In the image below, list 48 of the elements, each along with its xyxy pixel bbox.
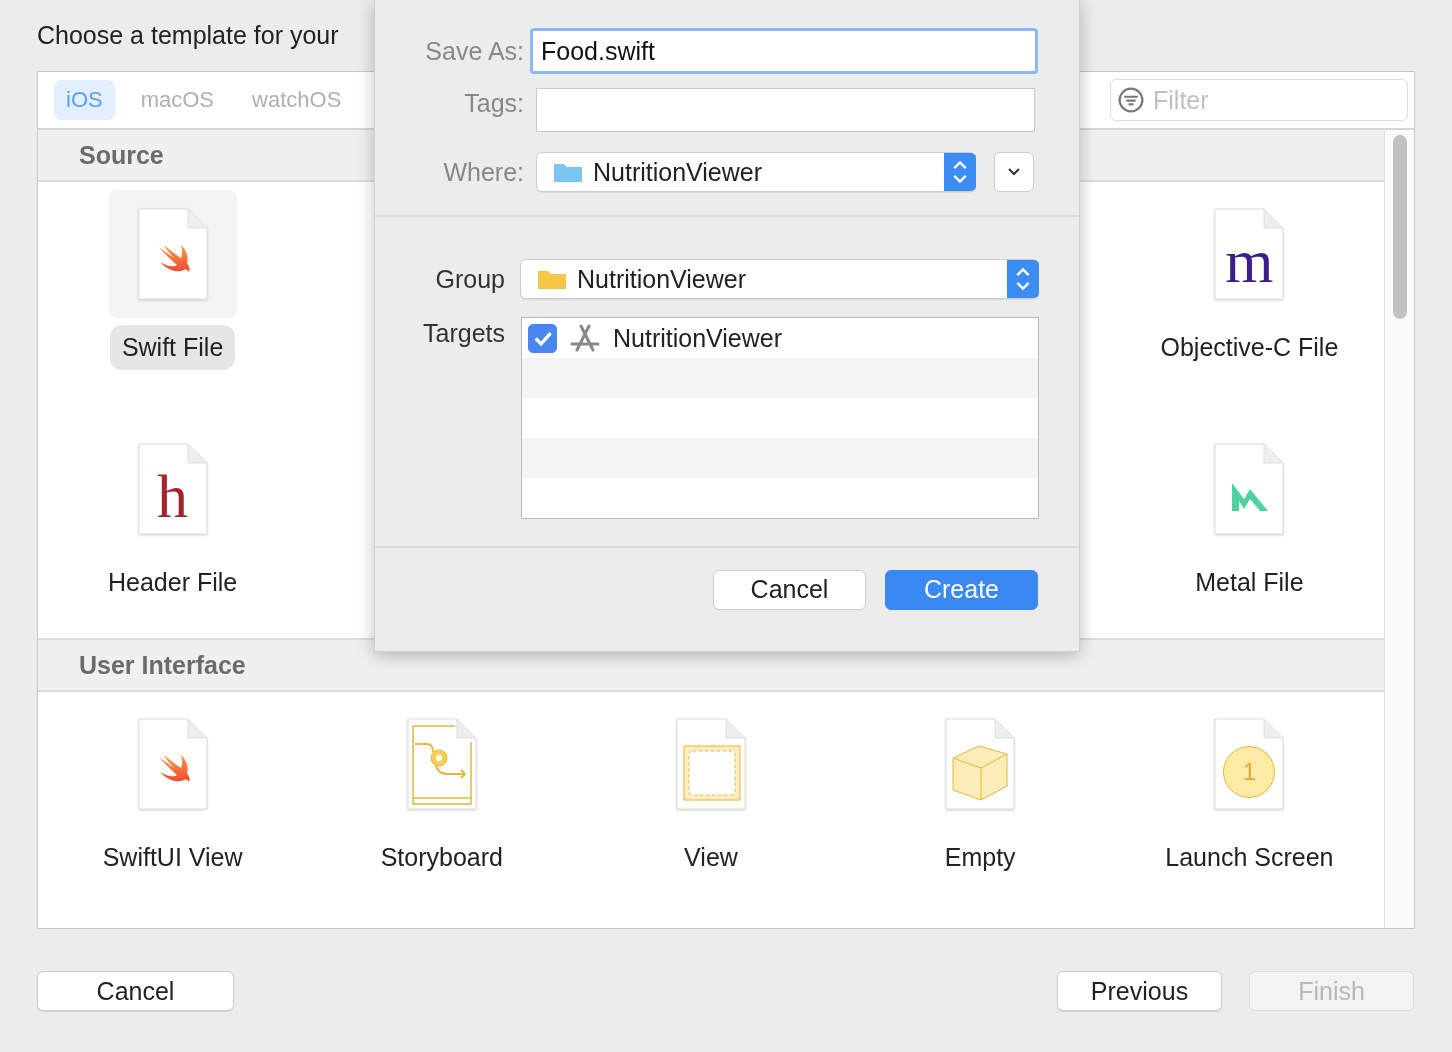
- document-icon: [945, 718, 1016, 810]
- template-tile[interactable]: [108, 190, 237, 318]
- stepper-icon: [944, 153, 976, 191]
- template-label: SwiftUI View: [101, 842, 244, 873]
- section-title: Source: [79, 140, 164, 170]
- document-icon: m: [1214, 208, 1285, 300]
- sheet-button[interactable]: Cancel: [713, 569, 866, 610]
- filter-field[interactable]: Filter: [1110, 79, 1408, 121]
- scroll-thumb[interactable]: [1392, 135, 1407, 319]
- field-label: Save As:: [424, 36, 524, 66]
- document-icon: [406, 718, 477, 810]
- group-popup[interactable]: NutritionViewer: [520, 259, 1039, 299]
- document-icon: [1214, 443, 1285, 535]
- field-label: Group: [434, 264, 505, 294]
- document-icon: 1: [1214, 718, 1285, 810]
- template-label: Launch Screen: [1164, 842, 1335, 873]
- template-tile[interactable]: m: [1185, 190, 1314, 318]
- target-row[interactable]: NutritionViewer: [522, 318, 1038, 358]
- document-icon: h: [137, 443, 208, 535]
- section-title: User Interface: [79, 650, 246, 680]
- template-tile[interactable]: h: [108, 425, 237, 553]
- footer-button[interactable]: Previous: [1057, 971, 1222, 1011]
- document-icon: [137, 718, 208, 810]
- footer-button[interactable]: Cancel: [37, 971, 234, 1011]
- template-label: Objective-C File: [1159, 332, 1340, 363]
- expand-button[interactable]: [994, 152, 1034, 192]
- document-icon: [137, 208, 208, 300]
- app-store-icon: [569, 324, 601, 352]
- folder-icon: [537, 268, 567, 290]
- field-label: Where:: [442, 157, 524, 187]
- template-label: Swift File: [109, 325, 236, 370]
- document-icon: [676, 718, 746, 810]
- filter-icon: [1118, 87, 1144, 113]
- stepper-icon: [1007, 260, 1039, 298]
- template-label: Empty: [943, 842, 1017, 873]
- template-label: View: [683, 842, 739, 873]
- checkbox[interactable]: [528, 323, 557, 353]
- where-popup[interactable]: NutritionViewer: [536, 152, 976, 192]
- scrollbar[interactable]: [1385, 130, 1414, 928]
- template-label: Metal File: [1194, 567, 1305, 598]
- dialog-title: Choose a template for your: [37, 21, 339, 50]
- field-label: Targets: [422, 319, 505, 348]
- save-as-field[interactable]: Food.swift: [530, 28, 1038, 74]
- field-label: Tags:: [463, 88, 524, 118]
- template-label: Header File: [106, 567, 239, 598]
- tags-field[interactable]: [536, 88, 1035, 132]
- folder-icon: [553, 161, 583, 183]
- template-label: Storyboard: [379, 842, 504, 873]
